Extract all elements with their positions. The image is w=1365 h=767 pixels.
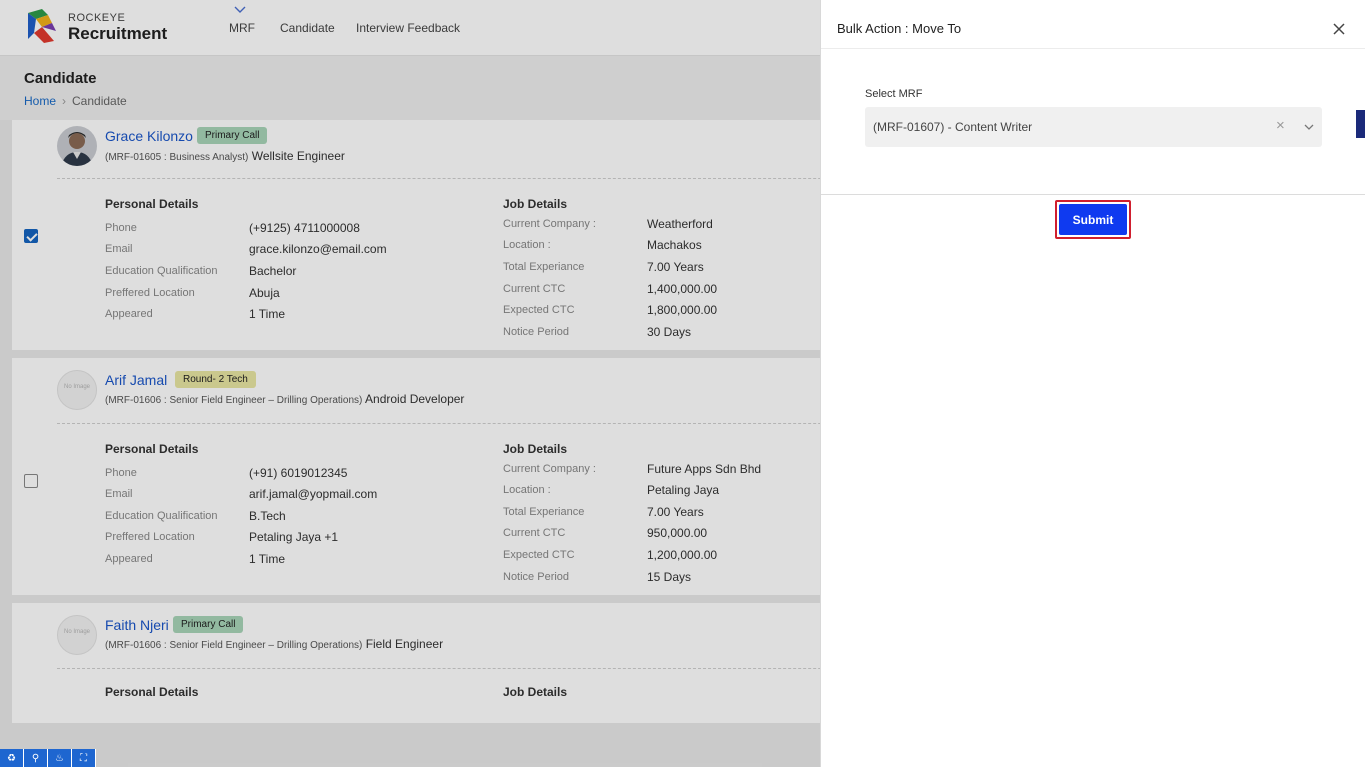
select-mrf-label: Select MRF [865,88,923,100]
close-icon[interactable] [1331,21,1347,37]
side-tab-icon[interactable] [1356,110,1365,138]
chevron-down-icon[interactable] [1303,121,1315,133]
modal-backdrop[interactable] [0,0,820,767]
link-icon[interactable]: ⚲ [24,749,48,767]
drawer-divider [821,194,1365,195]
submit-highlight: Submit [1055,200,1131,239]
drawer-title: Bulk Action : Move To [837,21,962,36]
bottom-toolbar: ♻ ⚲ ♨ ⛶ [0,749,96,767]
recycle-icon[interactable]: ♻ [0,749,24,767]
mrf-select[interactable]: (MRF-01607) - Content Writer × [865,107,1322,147]
clear-icon[interactable]: × [1276,117,1285,134]
drawer-divider [821,48,1365,49]
fire-icon[interactable]: ♨ [48,749,72,767]
mrf-select-value: (MRF-01607) - Content Writer [873,120,1033,134]
submit-button[interactable]: Submit [1059,204,1127,235]
bulk-action-drawer: Bulk Action : Move To Select MRF (MRF-01… [820,0,1365,767]
expand-icon[interactable]: ⛶ [72,749,96,767]
